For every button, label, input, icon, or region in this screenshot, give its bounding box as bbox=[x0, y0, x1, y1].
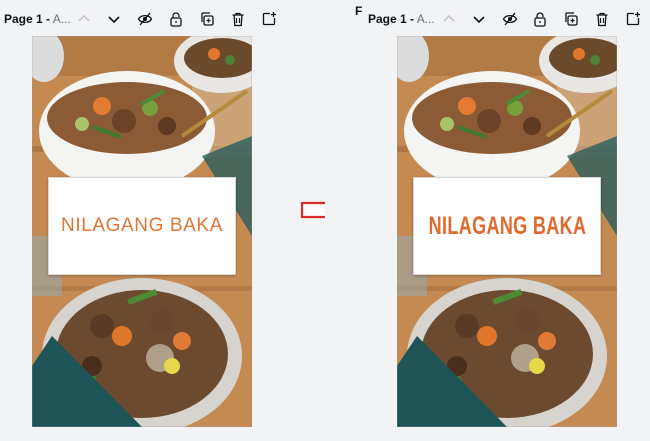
design-canvas[interactable]: NILAGANG BAKA bbox=[397, 36, 617, 427]
hide-icon[interactable] bbox=[501, 10, 519, 28]
title-text[interactable]: NILAGANG BAKA bbox=[61, 215, 223, 237]
chevron-up-icon[interactable] bbox=[75, 10, 93, 28]
trash-icon[interactable] bbox=[593, 10, 611, 28]
trash-icon[interactable] bbox=[229, 10, 247, 28]
page-title[interactable]: Page 1 - A... bbox=[4, 12, 71, 26]
chevron-down-icon[interactable] bbox=[105, 10, 123, 28]
page-number: Page 1 - bbox=[4, 12, 51, 26]
title-text-box[interactable]: NILAGANG BAKA bbox=[48, 177, 236, 275]
duplicate-icon[interactable] bbox=[198, 10, 216, 28]
title-text[interactable]: NILAGANG BAKA bbox=[428, 212, 586, 241]
chevron-down-icon[interactable] bbox=[470, 10, 488, 28]
page-title[interactable]: Page 1 - A... bbox=[368, 12, 435, 26]
chevron-up-icon[interactable] bbox=[440, 10, 458, 28]
lock-icon[interactable] bbox=[167, 10, 185, 28]
add-page-icon[interactable] bbox=[260, 10, 278, 28]
page-toolbar: Page 1 - A... bbox=[325, 8, 650, 32]
duplicate-icon[interactable] bbox=[562, 10, 580, 28]
page-name: A... bbox=[414, 12, 435, 26]
lock-icon[interactable] bbox=[531, 10, 549, 28]
editor-panel-before: Page 1 - A... NILAGANG BAKA bbox=[0, 0, 325, 441]
page-toolbar: Page 1 - A... bbox=[0, 8, 325, 32]
title-text-box[interactable]: NILAGANG BAKA bbox=[413, 177, 601, 275]
design-canvas[interactable]: NILAGANG BAKA bbox=[32, 36, 252, 427]
add-page-icon[interactable] bbox=[624, 10, 642, 28]
page-number: Page 1 - bbox=[368, 12, 415, 26]
hide-icon[interactable] bbox=[136, 10, 154, 28]
editor-panel-after: F Page 1 - A... NILAGANG BAKA bbox=[325, 0, 650, 441]
page-name: A... bbox=[50, 12, 71, 26]
